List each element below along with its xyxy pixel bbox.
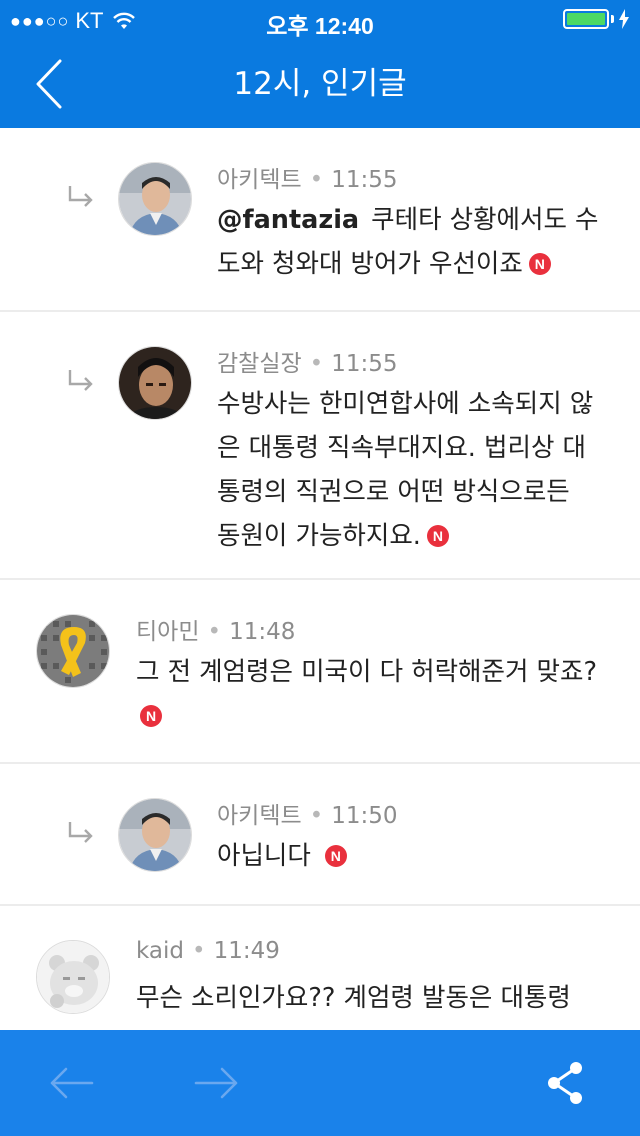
reply-arrow-icon (68, 186, 93, 207)
new-badge: N (426, 525, 449, 547)
comment-body: @fantazia 쿠테타 상황에서도 수 도와 청와대 방어가 우선이죠 N (217, 198, 617, 286)
comment-list[interactable]: 아키텍트 • 11:55 @fantazia 쿠테타 상황에서도 수 도와 청와대 방… (0, 128, 640, 1030)
reply-arrow-icon (68, 822, 93, 843)
status-bar: ●●●○○ KT 오후 12:40 (0, 0, 640, 40)
nav-header: 12시, 인기글 (0, 40, 640, 128)
comment-author[interactable]: 아키텍트 (217, 167, 302, 193)
arrow-right-icon[interactable] (192, 1060, 242, 1106)
comment-line: 동원이 가능하지요. (217, 521, 421, 551)
comment-line: 수방사는 한미연합사에 소속되지 않 (217, 389, 594, 419)
mention-link[interactable]: @fantazia (217, 205, 359, 235)
avatar[interactable] (118, 346, 192, 420)
comment-item[interactable]: 티아민 • 11:48 그 전 계엄령은 미국이 다 허락해준거 맞죠? N (0, 580, 640, 764)
charging-icon (619, 9, 629, 29)
comment-time: 11:49 (213, 938, 280, 964)
comment-item[interactable]: 아키텍트 • 11:50 아닙니다 N (0, 764, 640, 906)
avatar[interactable] (118, 162, 192, 236)
comment-meta: 아키텍트 • 11:55 (217, 167, 398, 193)
comment-meta: kaid • 11:49 (136, 938, 280, 964)
comment-time: 11:50 (331, 803, 398, 829)
comment-body: 수방사는 한미연합사에 소속되지 않 은 대통령 직속부대지요. 법리상 대 통… (217, 382, 617, 558)
new-badge: N (140, 705, 162, 727)
avatar[interactable] (36, 940, 110, 1014)
comment-author[interactable]: kaid (136, 938, 184, 964)
comment-line: 은 대통령 직속부대지요. 법리상 대 (217, 433, 586, 463)
battery-icon (563, 9, 609, 29)
comment-line: 무슨 소리인가요?? 계엄령 발동은 대통령 (136, 983, 571, 1013)
arrow-left-icon[interactable] (46, 1060, 96, 1106)
avatar[interactable] (118, 798, 192, 872)
comment-item[interactable]: 아키텍트 • 11:55 @fantazia 쿠테타 상황에서도 수 도와 청와대 방… (0, 128, 640, 312)
comment-line: 도와 청와대 방어가 우선이죠 (217, 249, 523, 279)
comment-meta: 아키텍트 • 11:50 (217, 803, 398, 829)
comment-body: 무슨 소리인가요?? 계엄령 발동은 대통령 (136, 976, 626, 1020)
reply-arrow-icon (68, 370, 93, 391)
comment-time: 11:55 (331, 167, 398, 193)
status-time: 오후 12:40 (266, 13, 374, 39)
avatar[interactable] (36, 614, 110, 688)
comment-body: 그 전 계엄령은 미국이 다 허락해준거 맞죠? N (136, 650, 626, 738)
comment-author[interactable]: 감찰실장 (217, 351, 302, 377)
comment-meta: 티아민 • 11:48 (136, 619, 296, 645)
comment-line: 그 전 계엄령은 미국이 다 허락해준거 맞죠? (136, 657, 597, 687)
comment-line: 아닙니다 (217, 841, 311, 871)
comment-item[interactable]: kaid • 11:49 무슨 소리인가요?? 계엄령 발동은 대통령 (0, 906, 640, 1030)
status-right (563, 9, 630, 29)
share-icon[interactable] (542, 1060, 592, 1106)
new-badge: N (324, 845, 347, 867)
comment-body: 아닙니다 N (217, 834, 617, 878)
bottom-toolbar (0, 1030, 640, 1136)
battery-cap (611, 15, 614, 23)
comment-author[interactable]: 티아민 (136, 619, 199, 645)
page-title: 12시, 인기글 (233, 66, 407, 102)
comment-time: 11:48 (229, 619, 296, 645)
new-badge: N (528, 253, 551, 275)
comment-author[interactable]: 아키텍트 (217, 803, 302, 829)
comment-time: 11:55 (331, 351, 398, 377)
comment-line: 통령의 직권으로 어떤 방식으로든 (217, 477, 570, 507)
comment-item[interactable]: 감찰실장 • 11:55 수방사는 한미연합사에 소속되지 않 은 대통령 직속부대… (0, 312, 640, 580)
comment-meta: 감찰실장 • 11:55 (217, 351, 398, 377)
comment-line: 쿠테타 상황에서도 수 (371, 205, 599, 235)
